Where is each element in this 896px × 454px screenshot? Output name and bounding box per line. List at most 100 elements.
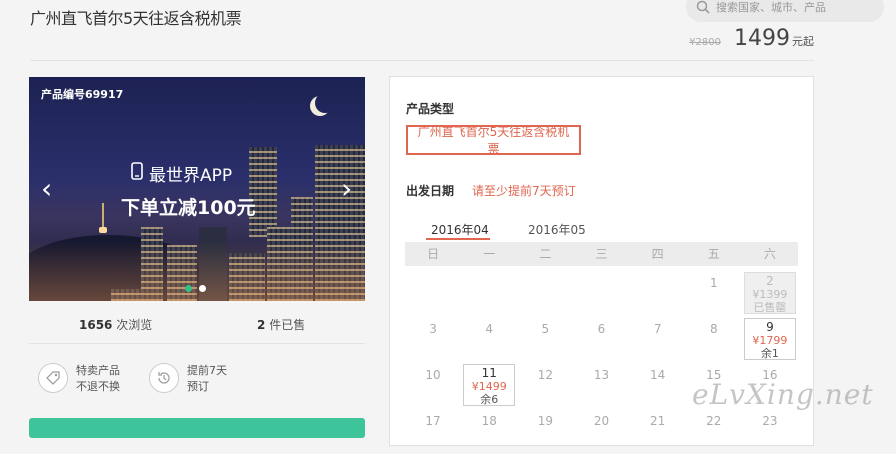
search-box[interactable] — [686, 0, 884, 22]
calendar-day: 20 — [573, 408, 629, 454]
calendar-day-stock: 余1 — [760, 347, 779, 360]
calendar-day-number: 4 — [485, 322, 494, 336]
slide-dot[interactable] — [185, 285, 192, 292]
calendar-day-number — [573, 270, 629, 276]
calendar-day: 2 ¥1399 已售罄 — [743, 272, 796, 314]
slide-dot[interactable] — [199, 285, 206, 292]
calendar-day: 19 — [517, 408, 573, 454]
calendar-day: 17 — [405, 408, 461, 454]
promo-app-label: 最世界APP — [149, 166, 233, 186]
departure-date-label: 出发日期 — [406, 184, 455, 198]
calendar-day-price: ¥1799 — [752, 334, 788, 347]
calendar-day-number — [517, 270, 573, 276]
calendar-day-number: 23 — [762, 414, 778, 428]
next-slide-arrow[interactable]: › — [341, 175, 352, 203]
calendar-day-number — [630, 270, 686, 276]
calendar-day: 22 — [686, 408, 742, 454]
original-price: ¥2800 — [689, 37, 721, 48]
weekday-label: 六 — [763, 247, 776, 261]
feature-special-sale: 特卖产品 不退不换 — [38, 363, 120, 395]
product-type-label: 产品类型 — [406, 102, 455, 116]
calendar-day-stock: 已售罄 — [753, 301, 787, 314]
promo-discount-text: 下单立减100元 — [121, 197, 256, 219]
calendar-day-price: ¥1399 — [752, 288, 788, 301]
calendar-day — [630, 270, 686, 316]
feature-title: 特卖产品 — [76, 364, 120, 377]
calendar-day-number: 20 — [593, 414, 610, 428]
calendar-day: 23 — [742, 408, 798, 454]
calendar-day-number — [461, 270, 517, 276]
calendar-day: 13 — [573, 362, 629, 408]
product-type-option[interactable]: 广州直飞首尔5天往返含税机票 — [406, 125, 581, 156]
promo-app-text: 最世界APP — [131, 161, 232, 186]
calendar-grid: 1 2 ¥1399 已售罄 3 4 5 6 7 8 9 ¥1799 余1 10 11 ¥1499 余6 12 13 1… — [405, 270, 798, 454]
calendar-day-stock: 余6 — [480, 393, 499, 406]
calendar-day-number: 6 — [597, 322, 606, 336]
calendar-day-number: 18 — [481, 414, 497, 428]
calendar-day: 1 — [686, 270, 742, 316]
calendar-day-number — [405, 270, 461, 276]
header-divider — [30, 60, 814, 61]
active-month-underline — [426, 238, 490, 240]
calendar-day: 18 — [461, 408, 517, 454]
product-banner[interactable]: 产品编号69917 最世界APP 下单立减100元 ‹ › — [29, 77, 365, 301]
calendar-day-number: 1 — [709, 276, 718, 290]
calendar-day — [517, 270, 573, 316]
building-graphic — [249, 147, 277, 237]
current-price: 1499 — [734, 26, 790, 51]
calendar-day-number: 8 — [709, 322, 718, 336]
calendar-day[interactable]: 11 ¥1499 余6 — [463, 364, 516, 406]
stats-divider — [29, 343, 365, 344]
product-number: 产品编号69917 — [41, 88, 124, 101]
site-watermark: eLvXing.net — [692, 378, 874, 411]
calendar-day-number: 5 — [541, 322, 550, 336]
month-tab-2016-04[interactable]: 2016年04 — [431, 221, 489, 238]
advance-booking-hint: 请至少提前7天预订 — [472, 184, 576, 198]
calendar-day-number: 22 — [706, 414, 722, 428]
month-tab-2016-05[interactable]: 2016年05 — [528, 221, 586, 238]
calendar-day-price: ¥1499 — [471, 380, 507, 393]
calendar-day: 8 — [686, 316, 742, 362]
feature-desc: 预订 — [187, 380, 209, 393]
weekday-label: 三 — [595, 247, 608, 261]
page-title: 广州直飞首尔5天往返含税机票 — [30, 9, 242, 28]
calendar-day-number: 14 — [649, 368, 666, 382]
calendar-day: 5 — [517, 316, 573, 362]
feature-desc: 不退不换 — [76, 380, 120, 393]
weekday-label: 一 — [483, 247, 496, 261]
calendar-day: 3 — [405, 316, 461, 362]
calendar-day — [573, 270, 629, 316]
calendar-day-number: 10 — [425, 368, 441, 382]
calendar-day: 21 — [630, 408, 686, 454]
calendar-day[interactable]: 9 ¥1799 余1 — [743, 318, 796, 360]
calendar-day-number: 7 — [653, 322, 662, 336]
phone-icon — [131, 162, 143, 185]
price-row: ¥2800 1499 元起 — [689, 26, 814, 51]
calendar-day: 6 — [573, 316, 629, 362]
weekday-label: 五 — [707, 247, 720, 261]
search-input[interactable] — [716, 0, 876, 14]
slide-indicator — [185, 285, 206, 292]
calendar-day-number: 12 — [537, 368, 553, 382]
price-unit: 元起 — [792, 35, 814, 48]
search-icon — [696, 0, 710, 14]
calendar-day-number: 13 — [593, 368, 610, 382]
view-count-number: 1656 — [79, 318, 113, 332]
book-button[interactable] — [29, 418, 365, 438]
calendar-day-number: 9 — [766, 320, 774, 334]
prev-slide-arrow[interactable]: ‹ — [41, 175, 52, 203]
feature-advance-booking: 提前7天 预订 — [149, 363, 227, 395]
calendar-day: 4 — [461, 316, 517, 362]
calendar-day: 14 — [630, 362, 686, 408]
view-count: 1656 次浏览 — [79, 316, 152, 333]
clock-history-icon — [149, 363, 179, 393]
weekday-header: 日 一 二 三 四 五 六 — [405, 242, 798, 266]
calendar-day-number: 19 — [537, 414, 553, 428]
weekday-label: 四 — [651, 247, 664, 261]
city-glow — [29, 241, 365, 301]
weekday-label: 二 — [539, 247, 552, 261]
feature-title: 提前7天 — [187, 364, 227, 377]
calendar-day-number: 3 — [429, 322, 437, 336]
calendar-day-number: 2 — [766, 274, 774, 288]
calendar-day-number: 21 — [649, 414, 666, 428]
